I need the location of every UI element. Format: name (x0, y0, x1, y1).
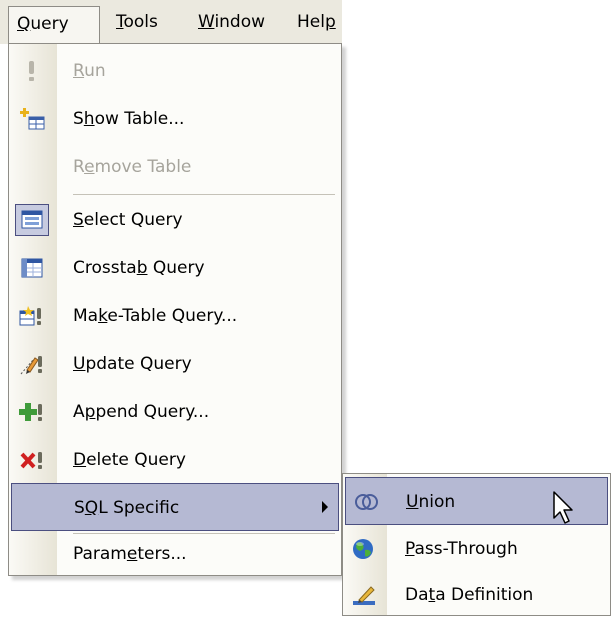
union-icon (354, 490, 380, 514)
menu-item-label: Delete Query (73, 450, 186, 470)
query-menu-dropdown: Run Show Table... Remove Table Select Qu… (8, 43, 342, 576)
submenu-item-label: Pass-Through (405, 539, 518, 559)
menu-item-run[interactable]: Run (9, 47, 341, 95)
menu-item-crosstab-query[interactable]: Crosstab Query (9, 244, 341, 292)
menu-separator (73, 194, 335, 195)
select-query-icon (15, 204, 49, 236)
menu-item-label: Run (73, 61, 106, 81)
submenu-item-label: Data Definition (405, 585, 534, 605)
delete-query-icon (19, 448, 45, 472)
menu-item-update-query[interactable]: Update Query (9, 340, 341, 388)
menu-item-append-query[interactable]: Append Query... (9, 388, 341, 436)
menu-tools[interactable]: Tools (116, 0, 158, 44)
menu-window[interactable]: Window (198, 0, 265, 44)
submenu-arrow-icon (322, 501, 328, 513)
menu-item-label: SQL Specific (74, 498, 180, 518)
menu-item-delete-query[interactable]: Delete Query (9, 436, 341, 484)
menu-item-label: Crosstab Query (73, 258, 205, 278)
menu-item-parameters[interactable]: Parameters... (9, 530, 341, 578)
make-table-query-icon (19, 304, 45, 328)
menu-item-label: Make-Table Query... (73, 306, 238, 326)
submenu-item-pass-through[interactable]: Pass-Through (343, 525, 610, 573)
menu-item-label: Parameters... (73, 544, 187, 564)
menu-help[interactable]: Help (297, 0, 342, 44)
exclamation-icon (19, 59, 45, 83)
data-definition-icon (351, 583, 377, 607)
append-query-icon (19, 400, 45, 424)
submenu-item-label: Union (406, 492, 456, 512)
globe-icon (351, 537, 377, 561)
mouse-cursor-icon (552, 490, 578, 526)
menu-item-make-table-query[interactable]: Make-Table Query... (9, 292, 341, 340)
menu-item-select-query[interactable]: Select Query (9, 196, 341, 244)
crosstab-query-icon (19, 256, 45, 280)
show-table-icon (19, 107, 45, 131)
menu-item-label: Select Query (73, 210, 183, 230)
menu-item-label: Remove Table (73, 157, 192, 177)
menu-item-label: Append Query... (73, 402, 210, 422)
menu-bar: Query Tools Window Help (0, 0, 342, 44)
submenu-item-data-definition[interactable]: Data Definition (343, 571, 610, 619)
menu-item-label: Update Query (73, 354, 192, 374)
menu-item-show-table[interactable]: Show Table... (9, 95, 341, 143)
menu-item-sql-specific[interactable]: SQL Specific (11, 483, 339, 531)
update-query-icon (19, 352, 45, 376)
menu-item-remove-table[interactable]: Remove Table (9, 143, 341, 191)
menu-query[interactable]: Query (8, 6, 100, 44)
menu-item-label: Show Table... (73, 109, 185, 129)
